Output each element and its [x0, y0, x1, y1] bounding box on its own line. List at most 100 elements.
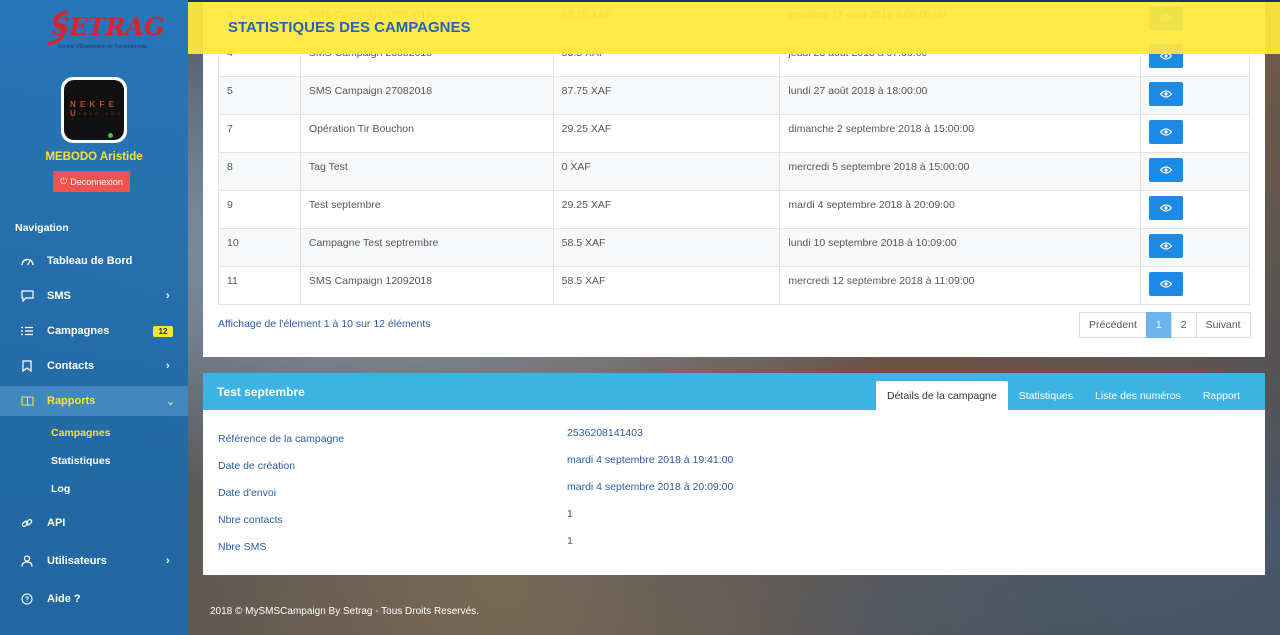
field-label: Date de création — [218, 460, 296, 472]
cell-name: Test septembre — [299, 190, 554, 229]
cell-id: 8 — [218, 152, 301, 191]
sidebar-item-contacts[interactable]: Contacts › — [0, 351, 188, 381]
cell-action — [1140, 152, 1250, 191]
sidebar-item-label: Campagnes — [47, 325, 110, 337]
cell-action — [1140, 190, 1250, 229]
field-value: 2536208141403 — [567, 427, 643, 439]
field-value: 1 — [567, 535, 573, 547]
table-row: 7 Opération Tir Bouchon 29.25 XAF dimanche … — [218, 114, 1250, 153]
sidebar-item-tableau-de-bord[interactable]: Tableau de Bord — [0, 246, 188, 276]
sidebar-item-sms[interactable]: SMS › — [0, 281, 188, 311]
chevron-right-icon: › — [166, 360, 170, 372]
sidebar-item-label: Contacts — [47, 360, 95, 372]
cell-id: 9 — [218, 190, 301, 229]
eye-icon — [1160, 280, 1173, 288]
cell-date: dimanche 2 septembre 2018 à 15:00:00 — [779, 114, 1142, 153]
cell-cost: 87.75 XAF — [552, 76, 781, 115]
sidebar-item-campagnes[interactable]: Campagnes 12 — [0, 316, 188, 346]
eye-icon — [1160, 204, 1173, 212]
sidebar-subitem-statistiques[interactable]: Statistiques — [51, 455, 111, 467]
cell-name: Opération Tir Bouchon — [299, 114, 554, 153]
cell-id: 7 — [218, 114, 301, 153]
cell-cost: 29.25 XAF — [552, 114, 781, 153]
eye-icon — [1160, 128, 1173, 136]
cell-date: mercredi 5 septembre 2018 à 15:00:00 — [779, 152, 1142, 191]
field-label: Référence de la campagne — [218, 433, 345, 445]
sidebar-item-label: SMS — [47, 290, 71, 302]
field-label: Nbre SMS — [218, 541, 267, 553]
power-icon: ⏻ — [60, 176, 68, 186]
logout-label: Deconnexion — [70, 176, 123, 187]
chevron-right-icon: › — [166, 555, 170, 567]
cell-cost: 58.5 XAF — [552, 266, 781, 305]
page-header: STATISTIQUES DES CAMPAGNES — [188, 0, 1280, 54]
cell-action — [1140, 228, 1250, 267]
field-label: Date d'envoi — [218, 487, 277, 499]
field-value: mardi 4 septembre 2018 à 19:41:00 — [567, 454, 734, 466]
details-panel-header: Test septembre Détails de la campagne St… — [203, 373, 1265, 410]
eye-icon — [1160, 166, 1173, 174]
cell-name: Campagne Test septrembre — [299, 228, 554, 267]
count-badge: 12 — [153, 325, 173, 337]
top-border — [188, 0, 1280, 2]
avatar-art: C Y B E R S O U L — [72, 111, 122, 121]
help-icon: ? — [20, 592, 34, 606]
sidebar-item-utilisateurs[interactable]: Utilisateurs › — [0, 546, 188, 576]
table-row: 8 Tag Test 0 XAF mercredi 5 septembre 2018 … — [218, 152, 1250, 191]
cell-date: mercredi 12 septembre 2018 à 11:09:00 — [779, 266, 1142, 305]
chat-icon — [20, 289, 34, 303]
view-button[interactable] — [1149, 158, 1184, 182]
cell-id: 11 — [218, 266, 301, 305]
bookmark-icon — [20, 359, 34, 373]
view-button[interactable] — [1149, 82, 1184, 106]
pagination-next-button[interactable]: Suivant — [1195, 312, 1251, 338]
setrag-logo[interactable]: SETRAG Société d'Exploitation du Transga… — [44, 8, 165, 56]
view-button[interactable] — [1149, 272, 1184, 296]
field-value: mardi 4 septembre 2018 à 20:09:00 — [567, 481, 734, 493]
sidebar-subitem-campagnes[interactable]: Campagnes — [51, 427, 111, 439]
book-icon — [20, 394, 34, 408]
avatar[interactable]: N E K F E U C Y B E R S O U L — [61, 77, 127, 143]
sidebar-subitem-log[interactable]: Log — [51, 483, 70, 495]
view-button[interactable] — [1149, 120, 1184, 144]
table-info: Affichage de l'élement 1 à 10 sur 12 élé… — [218, 318, 431, 330]
cell-name: SMS Campaign 12092018 — [299, 266, 554, 305]
view-button[interactable] — [1149, 234, 1184, 258]
tab-rapport[interactable]: Rapport — [1192, 381, 1251, 410]
avatar-image: N E K F E U C Y B E R S O U L — [64, 80, 124, 140]
pagination-prev-button[interactable]: Précédent — [1079, 312, 1147, 338]
sidebar-item-label: Tableau de Bord — [47, 255, 133, 267]
cell-date: lundi 10 septembre 2018 à 10:09:00 — [779, 228, 1142, 267]
eye-icon — [1160, 90, 1173, 98]
page-title: STATISTIQUES DES CAMPAGNES — [228, 19, 471, 36]
list-icon — [20, 324, 34, 338]
cell-date: lundi 27 août 2018 à 18:00:00 — [779, 76, 1142, 115]
pagination: Précédent 1 2 Suivant — [1079, 312, 1251, 338]
logout-button[interactable]: ⏻ Deconnexion — [53, 171, 130, 192]
cell-cost: 58.5 XAF — [552, 228, 781, 267]
chevron-right-icon: › — [166, 290, 170, 302]
user-name: MEBODO Aristide — [45, 151, 143, 163]
tab-statistiques[interactable]: Statistiques — [1008, 381, 1084, 410]
view-button[interactable] — [1149, 196, 1184, 220]
link-icon — [20, 516, 34, 530]
table-row: 5 SMS Campaign 27082018 87.75 XAF lundi 27 … — [218, 76, 1250, 115]
details-tabs: Détails de la campagne Statistiques List… — [876, 381, 1251, 410]
eye-icon — [1160, 242, 1173, 250]
footer: 2018 © MySMSCampaign By Setrag - Tous Dr… — [210, 606, 479, 617]
chevron-down-icon: ⌄ — [166, 395, 176, 408]
sidebar-item-rapports[interactable]: Rapports ⌄ — [0, 386, 188, 416]
cell-date: mardi 4 septembre 2018 à 20:09:00 — [779, 190, 1142, 229]
logo-subtitle: Société d'Exploitation du Transgabonais — [58, 44, 147, 50]
logo-text: SETRAG — [52, 12, 165, 41]
tab-details[interactable]: Détails de la campagne — [876, 381, 1008, 410]
nav-heading: Navigation — [15, 222, 69, 234]
cell-cost: 29.25 XAF — [552, 190, 781, 229]
field-value: 1 — [567, 508, 573, 520]
cell-id: 10 — [218, 228, 301, 267]
tab-liste-numeros[interactable]: Liste des numéros — [1084, 381, 1192, 410]
pagination-page-1[interactable]: 1 — [1145, 312, 1172, 338]
sidebar-item-aide[interactable]: ? Aide ? — [0, 584, 188, 614]
pagination-page-2[interactable]: 2 — [1170, 312, 1197, 338]
sidebar-item-api[interactable]: API — [0, 508, 188, 538]
